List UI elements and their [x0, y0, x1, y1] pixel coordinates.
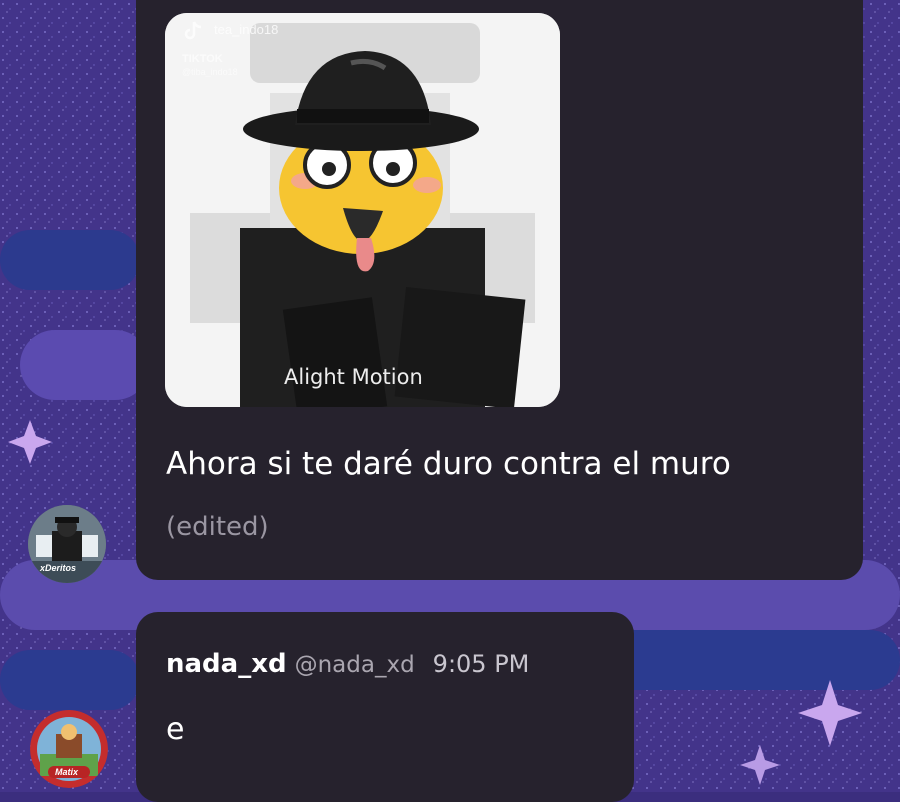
username[interactable]: nada_xd	[166, 649, 287, 679]
watermark-handle: @tiba_indo18	[182, 67, 238, 77]
message-header: nada_xd @nada_xd 9:05 PM	[166, 649, 529, 679]
user-avatar[interactable]: Matix	[30, 710, 108, 788]
watermark-username: tea_indo18	[214, 22, 279, 37]
watermark-brand: TIKTOK	[182, 53, 223, 65]
avatar-label: Matix	[55, 767, 79, 777]
user-avatar[interactable]: xDeritos	[28, 505, 106, 583]
message-text: e	[166, 712, 185, 747]
avatar-label: xDeritos	[40, 563, 77, 573]
user-handle: @nada_xd	[294, 652, 415, 678]
message-text: Ahora si te daré duro contra el muro	[166, 446, 731, 482]
edited-label: (edited)	[166, 512, 269, 542]
tiktok-logo-icon	[184, 21, 202, 40]
message-bubble[interactable]	[136, 612, 634, 802]
message-time: 9:05 PM	[432, 650, 530, 678]
media-overlay-text: Alight Motion	[284, 365, 423, 389]
